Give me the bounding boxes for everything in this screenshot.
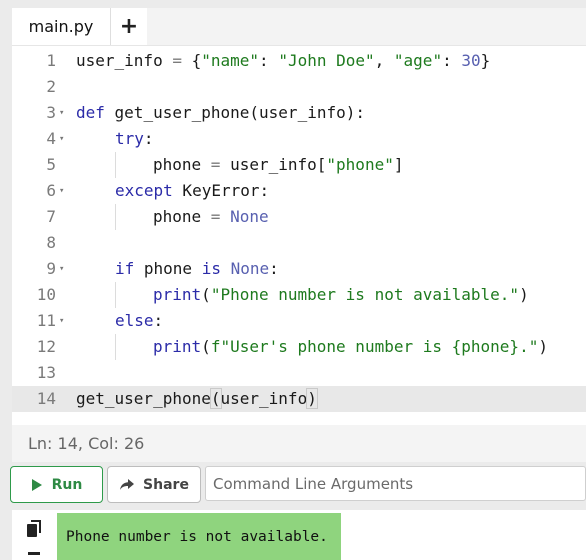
code-text: except KeyError: (115, 181, 270, 200)
code-text: get_user_phone(user_info) (76, 388, 318, 409)
fold-toggle-icon[interactable]: ▾ (59, 308, 69, 334)
plus-icon: + (119, 14, 139, 39)
code-line: 11 ▾ else: (12, 308, 586, 334)
code-line: 12 print(f"User's phone number is {phone… (12, 334, 586, 360)
code-line: 5 phone = user_info["phone"] (12, 152, 586, 178)
program-output: Phone number is not available. (57, 513, 341, 560)
fold-toggle-icon[interactable]: ▾ (59, 178, 69, 204)
share-icon (120, 479, 135, 490)
code-line: 1 user_info = {"name": "John Doe", "age"… (12, 48, 586, 74)
line-number: 1 (46, 51, 56, 70)
line-number: 5 (46, 155, 56, 174)
code-text: else: (115, 311, 164, 330)
line-number: 12 (36, 337, 56, 356)
add-file-button[interactable]: + (111, 8, 147, 45)
copy-icon[interactable] (26, 520, 42, 538)
line-number: 4 (46, 129, 56, 148)
line-number: 10 (36, 285, 56, 304)
bracket-match: ( (209, 388, 222, 409)
code-text: print("Phone number is not available.") (153, 285, 529, 304)
line-number: 2 (46, 77, 56, 96)
line-number: 14 (36, 389, 56, 408)
code-line: 9 ▾ if phone is None: (12, 256, 586, 282)
code-text: print(f"User's phone number is {phone}."… (153, 337, 548, 356)
code-editor[interactable]: main.py + 1 user_info = {"name": "John D… (12, 8, 586, 462)
file-tab-bar: main.py + (12, 8, 586, 46)
code-area[interactable]: 1 user_info = {"name": "John Doe", "age"… (12, 45, 586, 425)
code-text: phone = user_info["phone"] (153, 155, 404, 174)
share-button[interactable]: Share (107, 466, 201, 503)
line-number: 11 (36, 311, 56, 330)
code-line-active: 14 get_user_phone(user_info) (12, 386, 586, 412)
code-text: user_info = {"name": "John Doe", "age": … (76, 51, 491, 70)
line-number: 9 (46, 259, 56, 278)
share-label: Share (143, 476, 189, 493)
code-line: 4 ▾ try: (12, 126, 586, 152)
line-number: 8 (46, 233, 56, 252)
code-line: 6 ▾ except KeyError: (12, 178, 586, 204)
line-number: 6 (46, 181, 56, 200)
code-text: if phone is None: (115, 259, 279, 278)
status-bar: Ln: 14, Col: 26 (12, 425, 586, 462)
code-line: 13 (12, 360, 586, 386)
fold-toggle-icon[interactable]: ▾ (59, 100, 69, 126)
fold-toggle-icon[interactable]: ▾ (59, 256, 69, 282)
play-icon (31, 478, 42, 491)
indent-guide (115, 282, 116, 308)
code-line: 10 print("Phone number is not available.… (12, 282, 586, 308)
output-panel: Phone number is not available. (12, 510, 586, 560)
code-text: phone = None (153, 207, 269, 226)
command-line-arguments-input[interactable] (205, 466, 586, 501)
line-number: 3 (46, 103, 56, 122)
line-number: 7 (46, 207, 56, 226)
cursor-position: Ln: 14, Col: 26 (28, 434, 145, 453)
code-text: def get_user_phone(user_info): (76, 103, 365, 122)
indent-guide (115, 204, 116, 230)
code-line: 8 (12, 230, 586, 256)
code-line: 7 phone = None (12, 204, 586, 230)
line-number: 13 (36, 363, 56, 382)
tab-main-py[interactable]: main.py (12, 8, 111, 45)
fold-toggle-icon[interactable]: ▾ (59, 126, 69, 152)
code-line: 3 ▾ def get_user_phone(user_info): (12, 100, 586, 126)
bracket-match: ) (306, 388, 318, 409)
run-button[interactable]: Run (10, 466, 103, 503)
tab-label: main.py (28, 17, 94, 36)
code-line: 2 (12, 74, 586, 100)
indent-guide (115, 334, 116, 360)
code-text: try: (115, 129, 154, 148)
run-label: Run (51, 476, 83, 493)
indent-guide (115, 152, 116, 178)
more-icon[interactable] (26, 548, 42, 558)
